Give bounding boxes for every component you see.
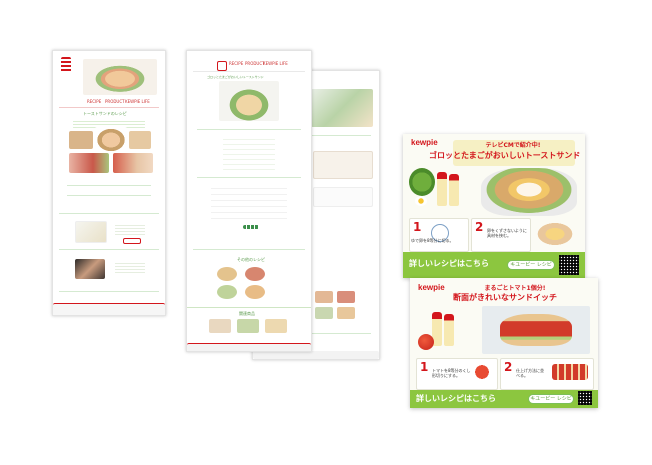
step-text: 卵をくずさないように具材を挟む。: [487, 228, 527, 238]
tv-cm-photo: [75, 259, 105, 279]
page-photo: [311, 89, 373, 127]
step-text: トマトを8等分のくし形切りにする。: [432, 368, 471, 378]
page-title: トーストサンドのレシピ: [83, 111, 127, 116]
headline: ゴロッとたまごがおいしいトーストサンド: [429, 151, 581, 160]
step-text: 仕上げ方法に並べる。: [516, 368, 544, 378]
tomato-image: [418, 334, 434, 350]
logo: [217, 61, 227, 71]
web-page-recipe: RECIPE PRODUCT KEWPIE LIFE ゴロッとたまごがおいしいト…: [186, 50, 312, 352]
tomato-slice-illustration: [474, 364, 490, 380]
thumb-photo: [217, 285, 237, 299]
nav-item[interactable]: RECIPE: [229, 61, 243, 66]
thumb-photo: [315, 291, 333, 303]
mayonnaise-bottle: [449, 174, 459, 206]
recipe-hero-photo: [219, 81, 279, 121]
footer-text: 詳しいレシピはこちら: [409, 259, 489, 268]
sandwich-photo: [69, 131, 93, 149]
nav-item[interactable]: KEWPIE LIFE: [263, 61, 288, 66]
nav-item[interactable]: RECIPE: [87, 99, 101, 104]
promo-button[interactable]: [123, 238, 141, 244]
sandwich-photo: [95, 127, 127, 153]
step-number: 1: [413, 220, 422, 234]
footer-text: 詳しいレシピはこちら: [416, 394, 496, 403]
recipe-title: ゴロッとたまごがおいしいトーストサンド: [207, 75, 264, 79]
egg-sandwich-photo: [481, 168, 577, 216]
kewpie-logo: kewpie: [411, 138, 438, 147]
sandwich-photo: [69, 153, 109, 173]
thumb-photo: [337, 307, 355, 319]
thumb-photo: [245, 285, 265, 299]
qr-code[interactable]: [559, 255, 579, 275]
lettuce-image: [409, 168, 435, 196]
sandwich-photo: [113, 153, 153, 173]
mayonnaise-bottle: [437, 172, 447, 206]
sandwich-photo: [129, 131, 151, 149]
kewpie-logo: kewpie: [418, 283, 445, 292]
banner-top: まるごとトマト1個分!: [484, 285, 546, 292]
step-text: ゆで卵を8等分に切る。: [411, 238, 454, 243]
promo-photo: [75, 221, 107, 243]
step-number: 1: [420, 360, 429, 374]
nav-item[interactable]: PRODUCT: [105, 99, 125, 104]
step-number: 2: [475, 220, 484, 234]
section-heading: 関連商品: [239, 311, 255, 316]
banner-top: テレビCMで紹介中!: [485, 142, 541, 149]
qr-code[interactable]: [578, 391, 592, 405]
headline: 断面がきれいなサンドイッチ: [453, 293, 557, 302]
nav-item[interactable]: KEWPIE LIFE: [125, 99, 150, 104]
step-number: 2: [504, 360, 513, 374]
thumb-photo: [337, 291, 355, 303]
section-heading: その他のレシピ: [237, 257, 265, 262]
egg-image: [415, 196, 427, 206]
thumb-photo: [315, 307, 333, 319]
flyer-card-tomato-sandwich: kewpie まるごとトマト1個分! 断面がきれいなサンドイッチ 1 トマトを8…: [410, 278, 598, 408]
logo: [61, 57, 71, 73]
search-label: キユーピー レシピ: [530, 396, 572, 402]
thumb-photo: [217, 267, 237, 281]
search-label: キユーピー レシピ: [510, 262, 552, 268]
web-page-top: RECIPE PRODUCT KEWPIE LIFE トーストサンドのレシピ: [52, 50, 166, 316]
nav-item[interactable]: PRODUCT: [245, 61, 265, 66]
search-box[interactable]: キユーピー レシピ: [507, 260, 555, 270]
tomato-sandwich: [500, 314, 572, 346]
search-box[interactable]: キユーピー レシピ: [528, 394, 574, 404]
sandwich-assembly-illustration: [552, 364, 588, 380]
sandwich-cross-section: [533, 220, 577, 248]
hero-photo: [83, 59, 157, 95]
thumb-photo: [245, 267, 265, 281]
mayonnaise-bottle: [444, 314, 454, 346]
flyer-card-egg-toast: kewpie テレビCMで紹介中! ゴロッとたまごがおいしいトーストサンド 1 …: [403, 134, 585, 278]
